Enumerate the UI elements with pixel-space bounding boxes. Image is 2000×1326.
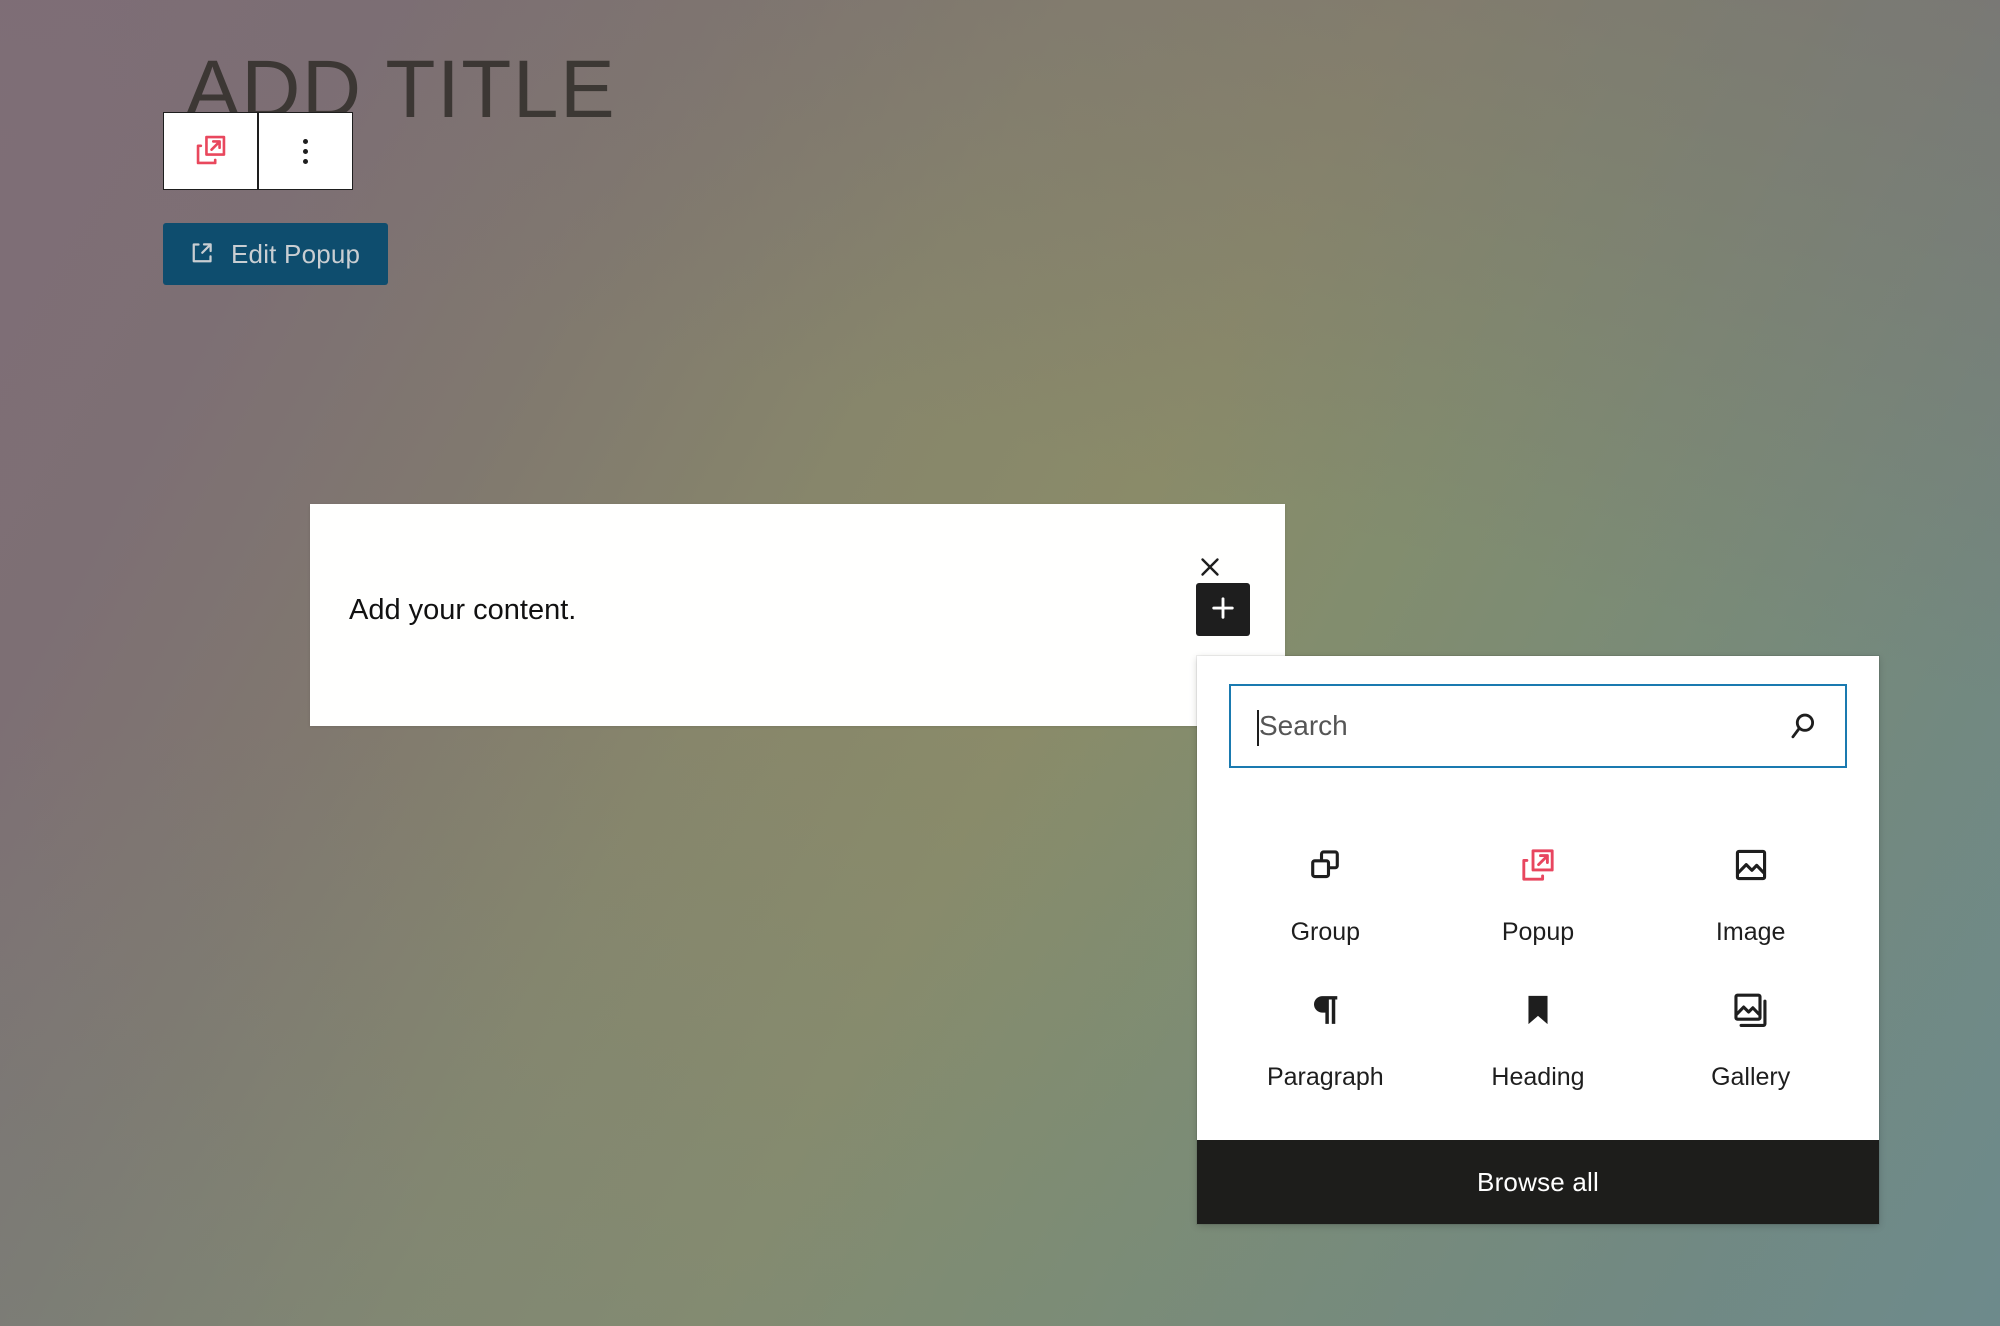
image-icon (1729, 834, 1773, 896)
block-item-heading[interactable]: Heading (1432, 961, 1645, 1106)
plus-icon (1208, 593, 1238, 626)
close-popup-button[interactable] (1190, 550, 1230, 586)
text-caret (1257, 710, 1259, 746)
bookmark-icon (1516, 979, 1560, 1041)
inserter-search-row (1197, 656, 1879, 790)
block-item-label: Gallery (1711, 1063, 1791, 1091)
block-item-label: Image (1715, 918, 1786, 946)
block-item-image[interactable]: Image (1644, 816, 1857, 961)
block-item-label: Paragraph (1266, 1063, 1384, 1091)
group-blocks-icon (1303, 834, 1347, 896)
pilcrow-icon (1303, 979, 1347, 1041)
popup-block-icon (190, 129, 232, 174)
browse-all-button[interactable]: Browse all (1197, 1140, 1879, 1224)
popup-block-type-button[interactable] (164, 113, 257, 189)
block-item-label: Popup (1501, 918, 1575, 946)
block-type-grid: Group Popup Image Paragraph Heading Gall… (1197, 790, 1879, 1140)
content-block-text[interactable]: Add your content. (349, 594, 576, 627)
add-block-button[interactable] (1196, 583, 1250, 636)
block-inserter-popover: Group (1197, 656, 1879, 1224)
close-x-icon (1196, 553, 1224, 584)
block-item-popup[interactable]: Popup (1432, 816, 1645, 961)
block-options-button[interactable] (258, 113, 352, 189)
block-toolbar (163, 112, 353, 190)
gallery-icon (1729, 979, 1773, 1041)
block-item-label: Heading (1491, 1063, 1585, 1091)
edit-popup-button-label: Edit Popup (231, 238, 361, 269)
popup-block-icon (1515, 834, 1561, 896)
block-item-gallery[interactable]: Gallery (1644, 961, 1857, 1106)
external-link-icon (187, 238, 217, 271)
search-field-wrapper[interactable] (1229, 684, 1847, 768)
three-dots-vertical-icon (302, 138, 308, 164)
edit-popup-button[interactable]: Edit Popup (163, 223, 389, 285)
block-item-label: Group (1290, 918, 1361, 946)
search-input[interactable] (1231, 686, 1845, 766)
block-item-paragraph[interactable]: Paragraph (1219, 961, 1432, 1106)
block-item-group[interactable]: Group (1219, 816, 1432, 961)
editor-canvas: ADD TITLE Edit Popup Add your content. S… (0, 0, 2000, 1326)
popup-content-block[interactable]: Add your content. (310, 504, 1285, 726)
